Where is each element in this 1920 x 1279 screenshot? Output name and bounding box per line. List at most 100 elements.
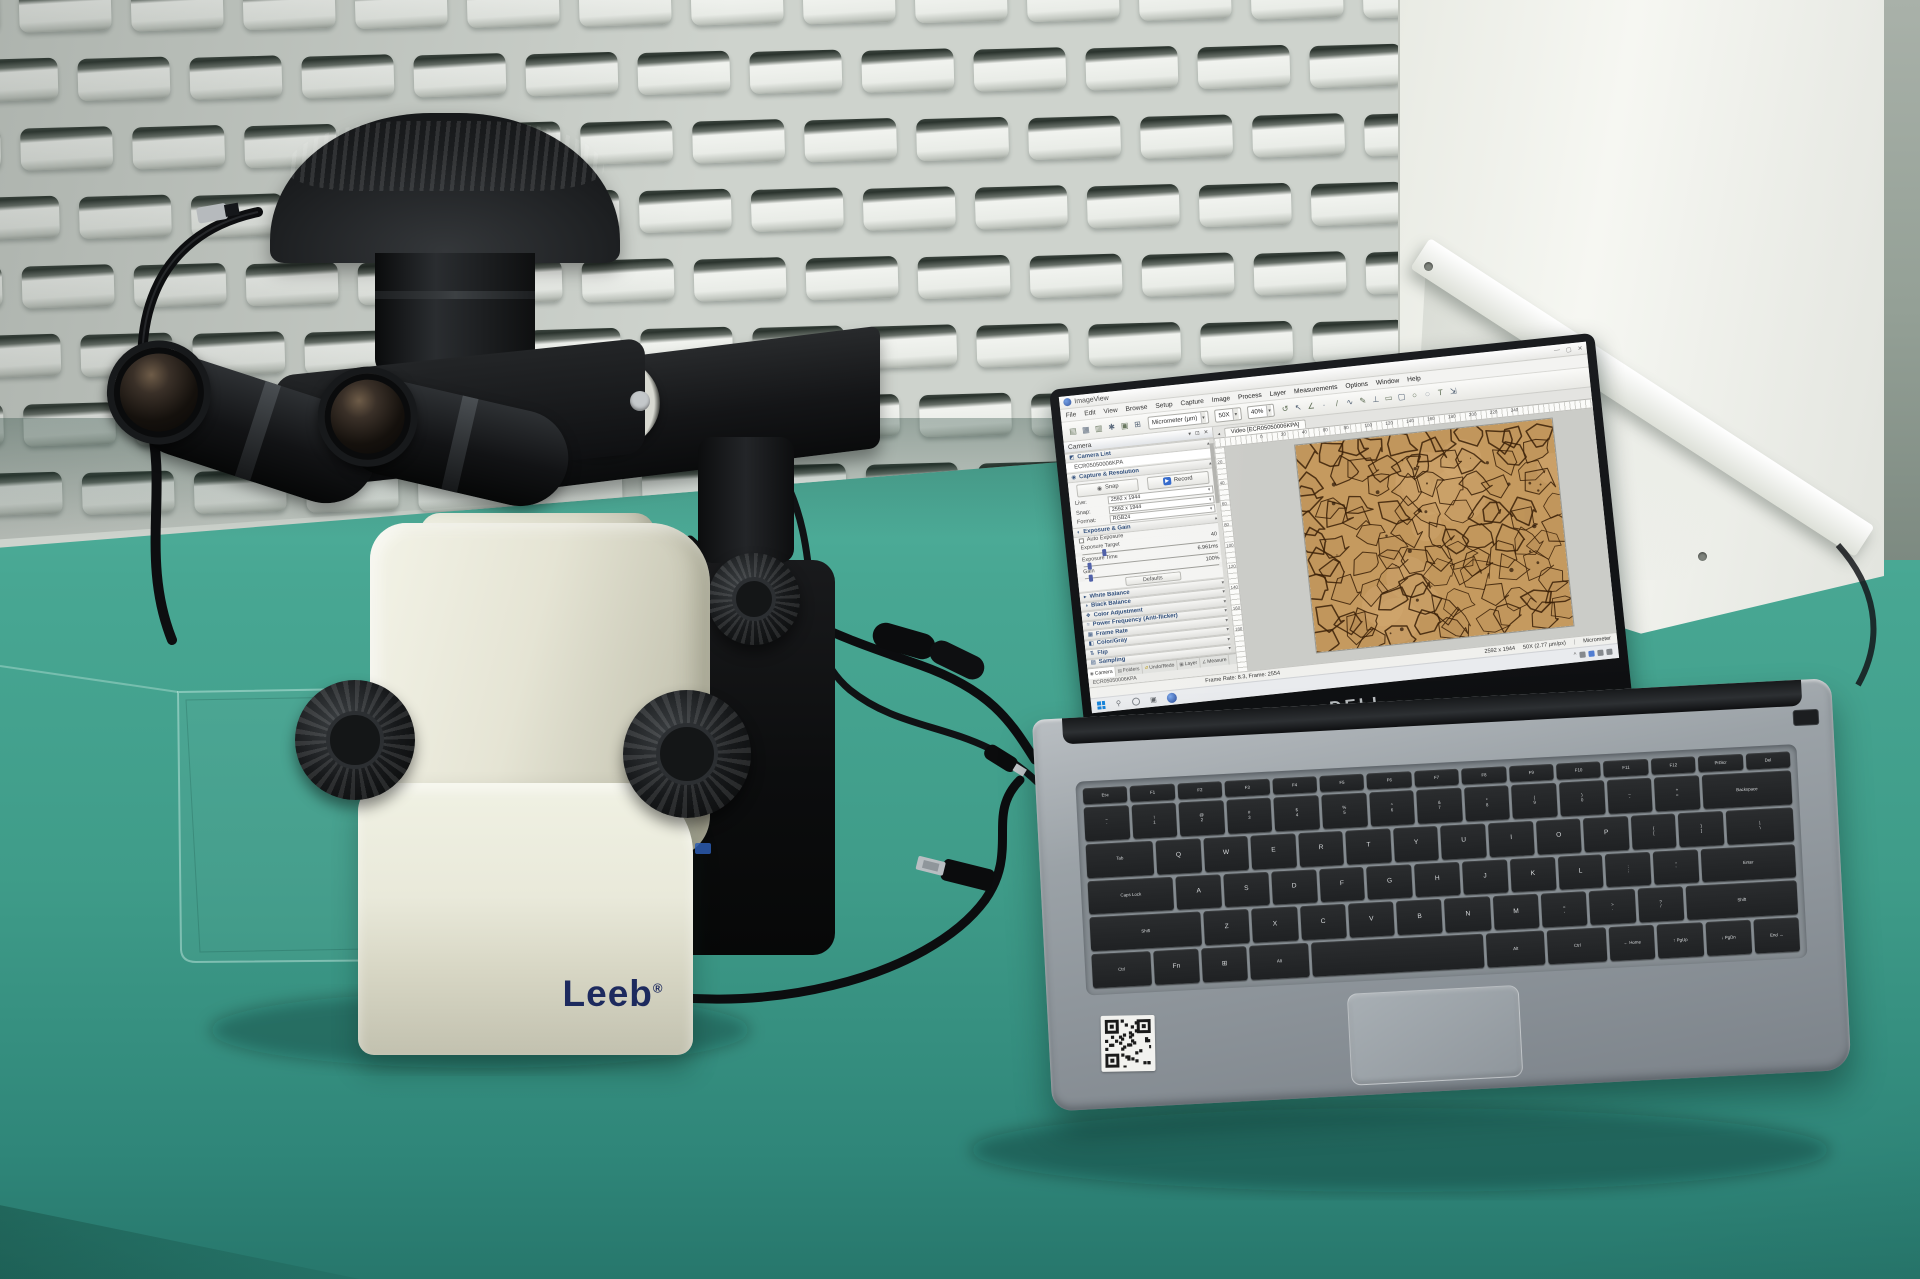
key-↑-pgup[interactable]: ↑ PgUp [1657, 922, 1704, 958]
start-button-icon[interactable] [1097, 701, 1106, 710]
key-@-2[interactable]: @ 2 [1179, 800, 1225, 836]
key-+-=[interactable]: + = [1654, 775, 1700, 811]
key-end-→[interactable]: End → [1753, 917, 1800, 953]
export-icon[interactable]: ⇲ [1446, 384, 1460, 399]
close-icon[interactable]: ✕ [1577, 345, 1583, 352]
key-y[interactable]: Y [1393, 826, 1439, 862]
image-canvas[interactable] [1225, 408, 1616, 670]
key-k[interactable]: K [1510, 856, 1557, 892]
key-w[interactable]: W [1203, 836, 1249, 872]
key-v[interactable]: V [1348, 902, 1395, 938]
key-&-7[interactable]: & 7 [1416, 788, 1462, 824]
cortana-icon[interactable] [1132, 697, 1141, 706]
key-<-,[interactable]: < , [1541, 892, 1588, 928]
key->-.[interactable]: > . [1589, 889, 1636, 925]
tab-nav-icon[interactable]: ◂ [1215, 431, 1222, 438]
key-b[interactable]: B [1396, 899, 1443, 935]
key-}-][interactable]: } ] [1678, 811, 1724, 847]
key-p[interactable]: P [1583, 816, 1629, 852]
key-$-4[interactable]: $ 4 [1274, 795, 1320, 831]
key-{-[[interactable]: { [ [1631, 813, 1677, 849]
slider-handle[interactable] [1089, 575, 1094, 582]
menu-browse[interactable]: Browse [1125, 403, 1148, 412]
key-fn[interactable]: Fn [1153, 949, 1200, 985]
key-f6[interactable]: F6 [1367, 771, 1412, 789]
key-f1[interactable]: F1 [1130, 784, 1175, 802]
key-enter[interactable]: Enter [1701, 844, 1797, 883]
key-del[interactable]: Del [1745, 751, 1790, 769]
key-prtscr[interactable]: PrtScr [1698, 754, 1743, 772]
key-ctrl[interactable]: Ctrl [1091, 951, 1151, 988]
key-f7[interactable]: F7 [1414, 769, 1459, 787]
key-i[interactable]: I [1488, 821, 1534, 857]
menu-image[interactable]: Image [1211, 395, 1230, 404]
magnification-combo[interactable]: 50X▾ [1214, 407, 1242, 423]
key-f3[interactable]: F3 [1225, 779, 1270, 797]
key-u[interactable]: U [1441, 823, 1487, 859]
auto-exposure-checkbox[interactable] [1079, 538, 1084, 543]
key-f10[interactable]: F10 [1556, 761, 1601, 779]
key-f11[interactable]: F11 [1603, 759, 1648, 777]
menu-edit[interactable]: Edit [1084, 409, 1096, 417]
key-(-9[interactable]: ( 9 [1511, 783, 1557, 819]
minimize-icon[interactable]: — [1554, 347, 1561, 354]
key-*-8[interactable]: * 8 [1464, 785, 1510, 821]
menu-file[interactable]: File [1065, 411, 1076, 419]
menu-layer[interactable]: Layer [1269, 389, 1286, 398]
key-~-`[interactable]: ~ ` [1084, 805, 1130, 841]
key-m[interactable]: M [1493, 894, 1540, 930]
key-n[interactable]: N [1444, 897, 1491, 933]
key-f8[interactable]: F8 [1461, 766, 1506, 784]
power-button[interactable] [1793, 709, 1820, 726]
key-a[interactable]: A [1176, 874, 1223, 910]
key-space[interactable] [1311, 934, 1484, 977]
key-↓-pgdn[interactable]: ↓ PgDn [1705, 920, 1752, 956]
tray-icon[interactable] [1597, 649, 1604, 656]
key-s[interactable]: S [1223, 871, 1270, 907]
key-backspace[interactable]: Backspace [1702, 770, 1793, 808]
tray-icon[interactable] [1579, 651, 1586, 658]
key-shift[interactable]: Shift [1686, 881, 1799, 921]
key-ctrl[interactable]: Ctrl [1547, 927, 1607, 964]
menu-setup[interactable]: Setup [1155, 401, 1173, 410]
key-esc[interactable]: Esc [1083, 786, 1128, 804]
key-f[interactable]: F [1319, 866, 1366, 902]
menu-measurements[interactable]: Measurements [1294, 383, 1338, 395]
key-d[interactable]: D [1271, 869, 1318, 905]
slider-handle[interactable] [1087, 562, 1092, 569]
tray-icon[interactable] [1588, 650, 1595, 657]
key-q[interactable]: Q [1155, 838, 1201, 874]
key-_--[interactable]: _ - [1606, 778, 1652, 814]
panel-close-icon[interactable]: ✕ [1203, 430, 1208, 436]
key-shift[interactable]: Shift [1089, 912, 1202, 952]
menu-view[interactable]: View [1103, 406, 1118, 414]
search-icon[interactable]: ⚲ [1114, 698, 1124, 708]
key-#-3[interactable]: # 3 [1226, 798, 1272, 834]
menu-options[interactable]: Options [1345, 380, 1368, 389]
key-!-1[interactable]: ! 1 [1131, 803, 1177, 839]
tray-icon[interactable] [1606, 649, 1613, 656]
task-view-icon[interactable]: ▣ [1149, 695, 1159, 705]
unit-combo[interactable]: Micrometer (µm)▾ [1147, 410, 1209, 429]
key-"-'[interactable]: " ' [1653, 849, 1700, 885]
trackpad[interactable] [1347, 985, 1524, 1086]
key-alt[interactable]: Alt [1249, 943, 1309, 980]
key-z[interactable]: Z [1203, 909, 1250, 945]
slider-handle[interactable] [1102, 548, 1107, 555]
key-%-5[interactable]: % 5 [1321, 793, 1367, 829]
menu-capture[interactable]: Capture [1180, 397, 1204, 406]
key-f12[interactable]: F12 [1651, 756, 1696, 774]
key-←-home[interactable]: ← Home [1609, 925, 1656, 961]
key-g[interactable]: G [1366, 864, 1413, 900]
thumbnail-icon[interactable]: ⊞ [1130, 417, 1144, 432]
key-|-\[interactable]: | \ [1726, 807, 1795, 844]
key-x[interactable]: X [1251, 907, 1298, 943]
key-f4[interactable]: F4 [1272, 776, 1317, 794]
key-caps-lock[interactable]: Caps Lock [1087, 876, 1174, 914]
key-t[interactable]: T [1345, 828, 1391, 864]
key-tab[interactable]: Tab [1086, 841, 1155, 878]
key-j[interactable]: J [1462, 859, 1509, 895]
maximize-icon[interactable]: ▢ [1566, 346, 1572, 354]
key-?-/[interactable]: ? / [1637, 887, 1684, 923]
key-h[interactable]: H [1414, 861, 1461, 897]
